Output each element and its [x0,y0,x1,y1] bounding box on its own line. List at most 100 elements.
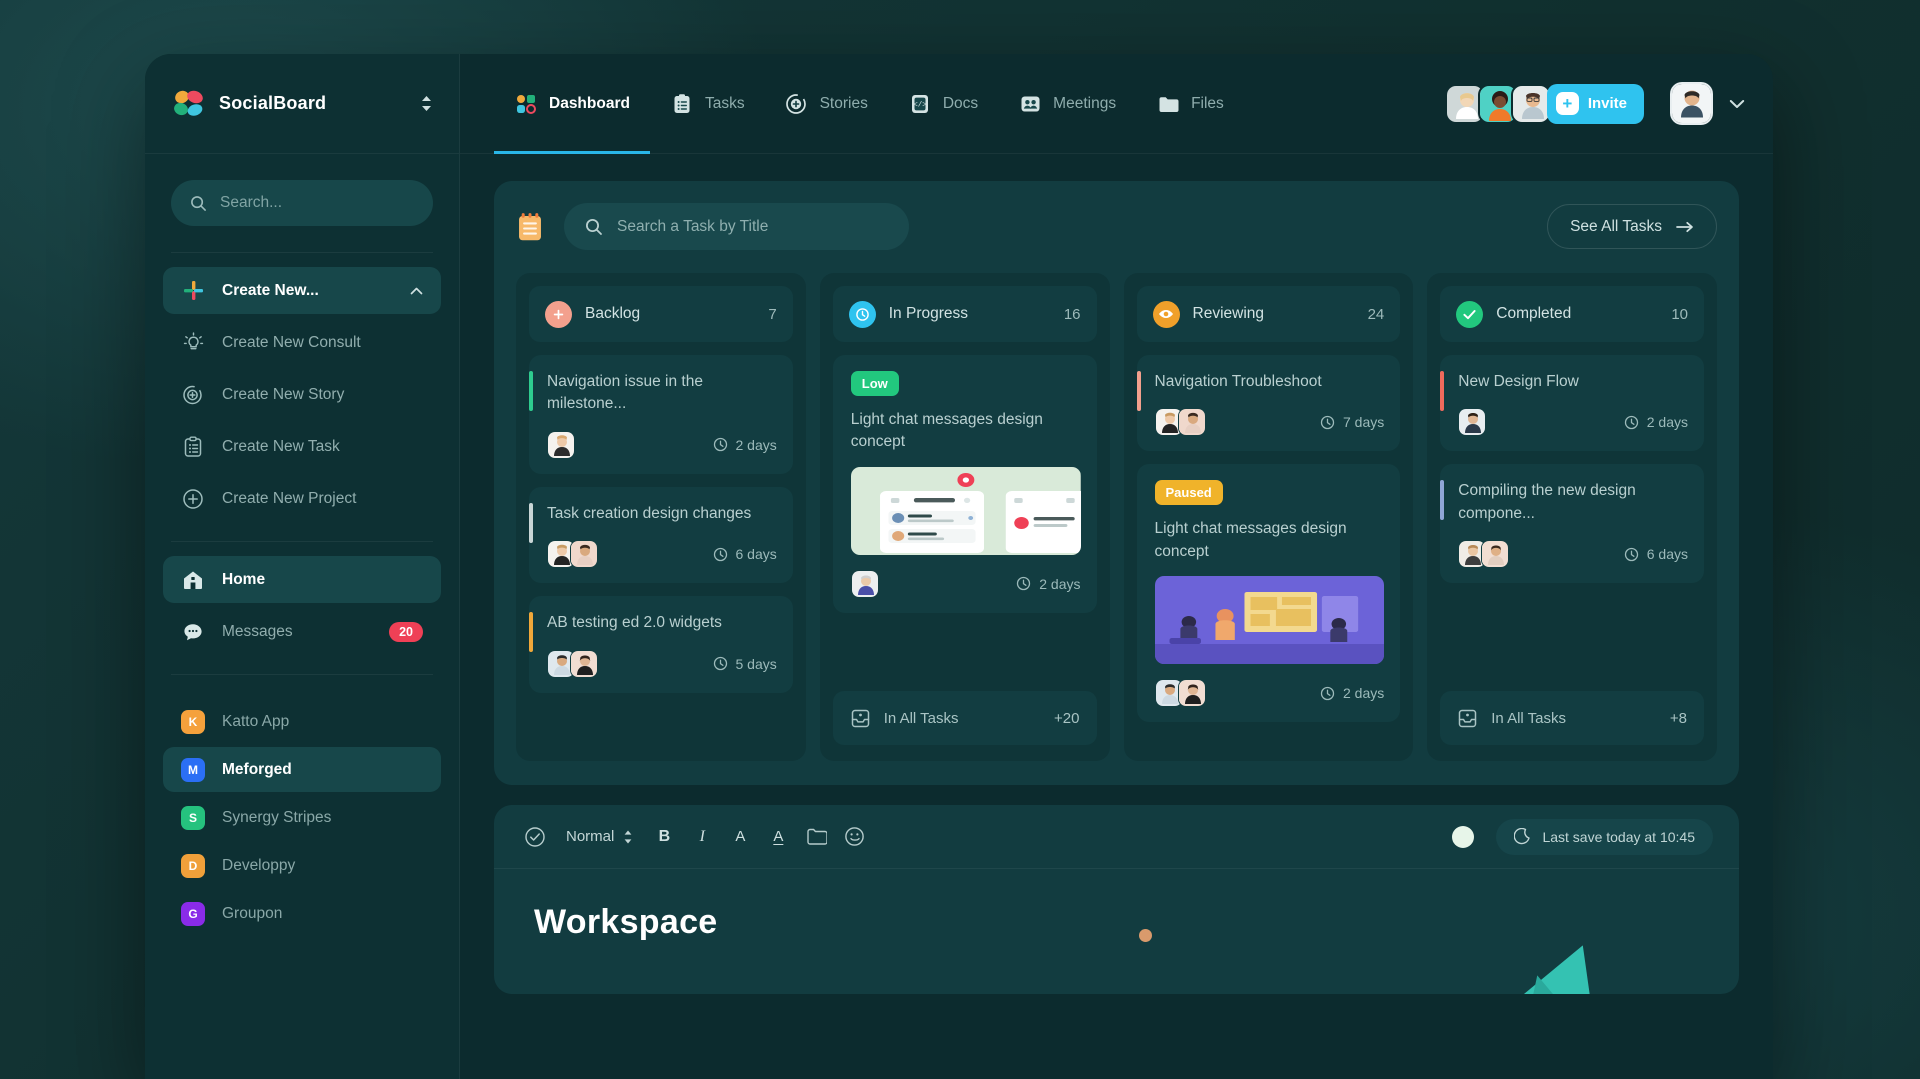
chevron-updown-icon[interactable] [420,94,433,113]
column-backlog: Backlog 7 Navigation issue in the milest… [516,273,806,761]
chevron-down-icon[interactable] [1729,99,1745,109]
check-circle-icon[interactable] [520,822,550,852]
task-card[interactable]: Task creation design changes 6 days [529,487,793,583]
due-date: 2 days [1320,685,1384,701]
clipboard-orange-icon [516,212,544,242]
assignee-avatars[interactable] [547,431,570,459]
column-header[interactable]: Backlog 7 [529,286,793,342]
app-window: SocialBoard Search... [145,54,1773,1079]
assignee-avatars[interactable] [547,540,593,568]
sidebar-item-create-new-project[interactable]: Create New Project [163,475,441,522]
assignee-avatars[interactable] [1458,408,1481,436]
document-editor: Normal B I A A [494,805,1739,994]
task-card[interactable]: Navigation issue in the milestone... 2 d… [529,355,793,474]
people-icon [1018,92,1042,116]
assignee-avatars[interactable] [1155,679,1201,707]
workspace-label: Katto App [222,713,289,731]
task-card[interactable]: New Design Flow 2 days [1440,355,1704,451]
workspace-item-developpy[interactable]: D Developpy [163,843,441,888]
tab-docs[interactable]: </> Docs [888,54,998,154]
chevron-updown-icon [623,829,633,845]
assignee-avatars[interactable] [547,650,593,678]
task-card[interactable]: AB testing ed 2.0 widgets 5 days [529,596,793,692]
tab-tasks[interactable]: Tasks [650,54,765,154]
decorative-dot [1139,929,1152,942]
card-title: Light chat messages design concept [1155,518,1385,563]
column-title: Completed [1496,305,1571,323]
assignee-avatars[interactable] [1458,540,1504,568]
tab-files[interactable]: Files [1136,54,1244,154]
task-card[interactable]: Compiling the new design compone... 6 da… [1440,464,1704,583]
sidebar-search-input[interactable]: Search... [171,180,433,226]
column-cards: Navigation issue in the milestone... 2 d… [529,342,793,745]
task-search-input[interactable]: Search a Task by Title [564,203,909,250]
font-button[interactable]: A [725,822,755,852]
column-header[interactable]: Reviewing 24 [1137,286,1401,342]
card-footer: 2 days [1155,679,1385,707]
tab-label: Docs [943,95,978,113]
text-style-value: Normal [566,828,614,845]
workspace-item-groupon[interactable]: G Groupon [163,891,441,936]
lightbulb-icon [181,331,205,355]
sidebar-item-create-new-story[interactable]: Create New Story [163,371,441,418]
brand-header[interactable]: SocialBoard [145,54,459,154]
workspace-label: Synergy Stripes [222,809,331,827]
text-color-button[interactable]: A [763,822,793,852]
sidebar-item-home[interactable]: Home [163,556,441,603]
editor-content[interactable]: Workspace [494,869,1739,994]
tab-stories[interactable]: Stories [765,54,888,154]
workspace-item-synergy-stripes[interactable]: S Synergy Stripes [163,795,441,840]
dashboard-grid-icon [514,92,538,116]
avatar [570,650,598,678]
top-navigation: Dashboard Tasks Stories </> Docs [460,54,1773,154]
workspace-item-meforged[interactable]: M Meforged [163,747,441,792]
workspace-item-katto-app[interactable]: K Katto App [163,699,441,744]
column-footer-in-all-tasks[interactable]: In All Tasks +20 [833,691,1097,745]
chevron-up-icon[interactable] [410,287,423,295]
avatar [1178,679,1206,707]
sidebar-item-create-new-task[interactable]: Create New Task [163,423,441,470]
avatar[interactable] [1511,84,1551,124]
member-avatar-stack[interactable] [1445,84,1544,124]
see-all-tasks-button[interactable]: See All Tasks [1547,204,1717,249]
socialboard-logo-icon [171,89,205,119]
italic-button[interactable]: I [687,822,717,852]
sidebar-item-label: Messages [222,623,293,641]
text-style-dropdown[interactable]: Normal [566,828,633,845]
content-area: Search a Task by Title See All Tasks [460,154,1773,1079]
board-header: Search a Task by Title See All Tasks [516,203,1717,250]
tab-meetings[interactable]: Meetings [998,54,1136,154]
column-footer-in-all-tasks[interactable]: In All Tasks +8 [1440,691,1704,745]
priority-stripe [1440,480,1444,520]
globe-icon[interactable] [1452,826,1474,848]
workspace-label: Groupon [222,905,282,923]
bold-button[interactable]: B [649,822,679,852]
sidebar: SocialBoard Search... [145,54,460,1079]
assignee-avatars[interactable] [851,570,874,598]
messages-badge: 20 [389,622,423,642]
tab-dashboard[interactable]: Dashboard [494,54,650,154]
column-reviewing: Reviewing 24 Navigation Troubleshoot [1124,273,1414,761]
workspace-label: Meforged [222,761,292,779]
card-footer: 7 days [1155,408,1385,436]
task-card[interactable]: Low Light chat messages design concept [833,355,1097,613]
card-thumbnail [1155,576,1385,664]
assignee-avatars[interactable] [1155,408,1201,436]
profile-avatar[interactable] [1670,82,1713,125]
column-cards: Low Light chat messages design concept [833,342,1097,691]
smiley-icon[interactable] [839,822,869,852]
sidebar-item-create-new[interactable]: Create New... [163,267,441,314]
column-header[interactable]: In Progress 16 [833,286,1097,342]
invite-button[interactable]: + Invite [1547,84,1644,124]
avatar [851,570,879,598]
sidebar-item-create-new-consult[interactable]: Create New Consult [163,319,441,366]
sidebar-item-messages[interactable]: Messages 20 [163,608,441,655]
priority-stripe [1440,371,1444,411]
column-title: Reviewing [1193,305,1265,323]
sidebar-item-label: Create New Project [222,490,356,508]
column-header[interactable]: Completed 10 [1440,286,1704,342]
task-card[interactable]: Paused Light chat messages design concep… [1137,464,1401,722]
due-date: 5 days [713,656,777,672]
task-card[interactable]: Navigation Troubleshoot 7 days [1137,355,1401,451]
folder-icon[interactable] [801,822,831,852]
